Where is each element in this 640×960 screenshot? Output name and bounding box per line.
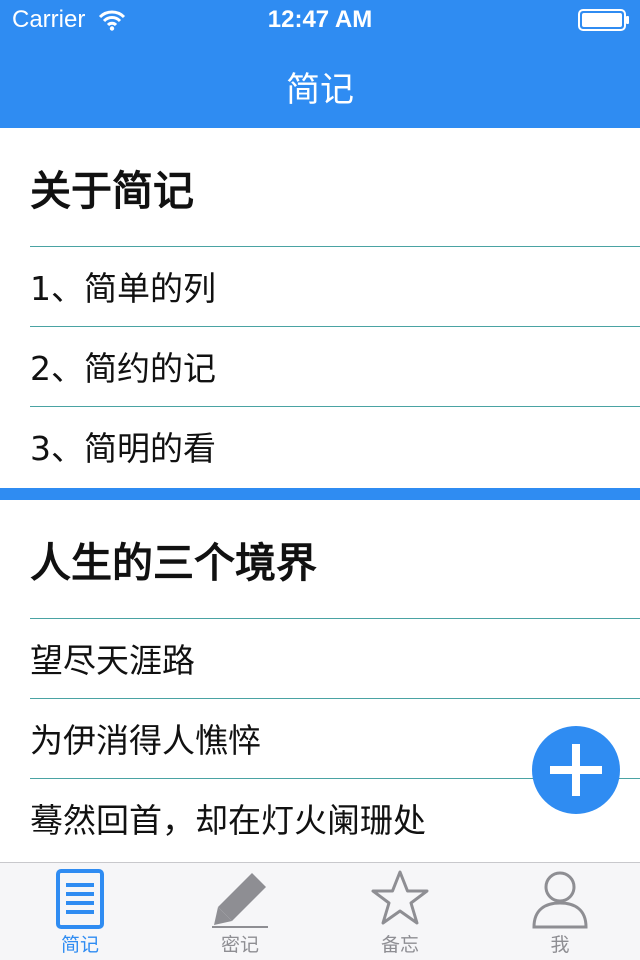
list-item[interactable]: 2、简约的记 [0, 326, 640, 406]
list-item[interactable]: 3、简明的看 [0, 406, 640, 486]
list-item[interactable]: 望尽天涯路 [0, 618, 640, 698]
status-bar: Carrier 12:47 AM [0, 0, 640, 40]
section-divider [0, 488, 640, 500]
note-list-icon [56, 869, 104, 929]
page-title: 简记 [286, 70, 354, 110]
section-title[interactable]: 人生的三个境界 [0, 500, 640, 618]
tab-label: 简记 [60, 934, 99, 956]
tab-beiwang[interactable]: 备忘 [320, 863, 480, 960]
tab-label: 我 [550, 934, 570, 956]
list-item[interactable]: 1、简单的列 [0, 246, 640, 326]
tab-bar: 简记 密记 备忘 我 [0, 862, 640, 960]
star-icon [371, 870, 429, 925]
tab-label: 密记 [220, 934, 259, 956]
pencil-icon [212, 873, 268, 928]
add-button[interactable] [532, 726, 620, 814]
tab-jianji[interactable]: 简记 [0, 863, 160, 960]
tab-me[interactable]: 我 [480, 863, 640, 960]
plus-icon [550, 744, 602, 796]
tab-miji[interactable]: 密记 [160, 863, 320, 960]
section-about: 关于简记 1、简单的列 2、简约的记 3、简明的看 [0, 128, 640, 488]
section-title[interactable]: 关于简记 [0, 128, 640, 246]
tab-label: 备忘 [380, 934, 419, 956]
status-time: 12:47 AM [267, 6, 373, 33]
header: Carrier 12:47 AM 简记 [0, 0, 640, 128]
person-icon [532, 871, 588, 929]
battery-icon [578, 9, 629, 31]
